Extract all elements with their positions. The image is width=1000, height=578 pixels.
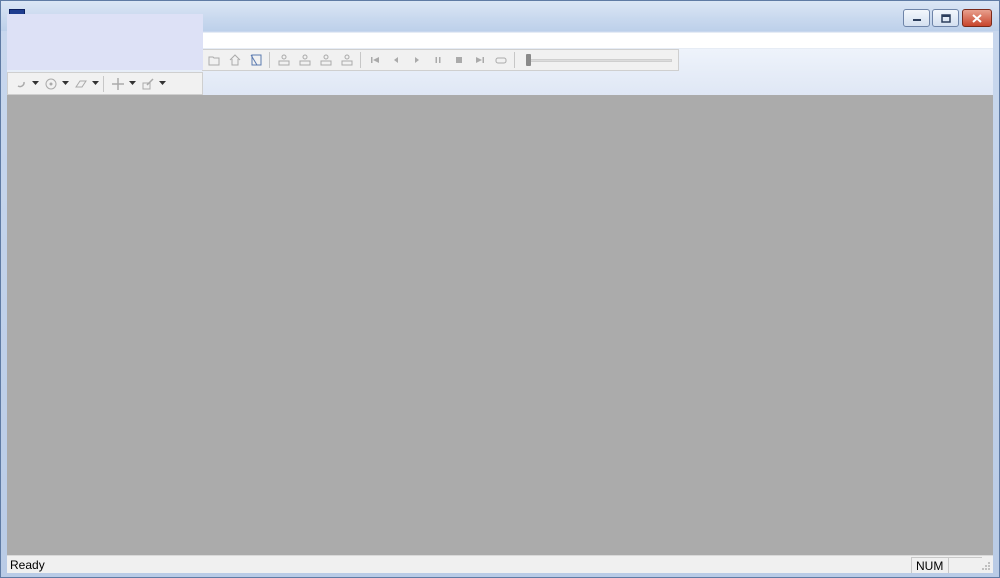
slider-thumb[interactable] — [526, 54, 531, 66]
move-icon — [111, 77, 124, 90]
person-icon — [341, 54, 352, 66]
rotate-button[interactable] — [10, 75, 31, 93]
person-button-3[interactable] — [315, 51, 336, 69]
prev-icon — [393, 57, 398, 63]
last-icon — [475, 57, 484, 63]
resize-grip-icon[interactable] — [981, 561, 991, 571]
person-button-1[interactable] — [273, 51, 294, 69]
home-button[interactable] — [224, 51, 245, 69]
person-button-4[interactable] — [336, 51, 357, 69]
pen-icon — [142, 77, 154, 89]
move-dropdown[interactable] — [128, 75, 137, 93]
disc-dropdown[interactable] — [61, 75, 70, 93]
pause-button[interactable] — [427, 51, 448, 69]
open-icon — [208, 56, 219, 66]
toolbar-separator — [360, 52, 361, 68]
home-icon — [229, 54, 240, 66]
play-icon — [414, 57, 419, 63]
main-toolbar — [202, 49, 679, 71]
chevron-down-icon — [62, 81, 69, 85]
stop-button[interactable] — [448, 51, 469, 69]
move-button[interactable] — [107, 75, 128, 93]
restore-button[interactable] — [932, 9, 959, 27]
stop-icon — [455, 57, 462, 63]
toolbar-separator — [103, 75, 104, 92]
status-pane-empty — [948, 557, 982, 573]
pause-icon — [435, 57, 440, 63]
toolbar-separator — [269, 52, 270, 68]
edit-icon — [250, 54, 261, 66]
first-icon — [370, 57, 379, 63]
chevron-down-icon — [159, 81, 166, 85]
status-bar: Ready NUM — [7, 555, 993, 573]
rotate-dropdown[interactable] — [31, 75, 40, 93]
eraser-icon — [74, 80, 87, 87]
disc-button[interactable] — [40, 75, 61, 93]
close-button[interactable] — [962, 9, 992, 27]
eraser-dropdown[interactable] — [91, 75, 100, 93]
close-icon — [972, 13, 982, 23]
toolbar-separator — [514, 52, 515, 68]
num-lock-label: NUM — [916, 559, 944, 573]
app-window: Ready NUM — [0, 0, 1000, 578]
edit-button[interactable] — [245, 51, 266, 69]
status-text: Ready — [10, 558, 45, 572]
play-button[interactable] — [406, 51, 427, 69]
chevron-down-icon — [92, 81, 99, 85]
person-button-2[interactable] — [294, 51, 315, 69]
num-lock-indicator: NUM — [911, 557, 948, 573]
chevron-down-icon — [32, 81, 39, 85]
position-slider[interactable] — [524, 53, 672, 67]
pen-dropdown[interactable] — [158, 75, 167, 93]
chevron-down-icon — [129, 81, 136, 85]
blank-overlay-panel — [7, 14, 203, 70]
person-icon — [278, 54, 289, 66]
pen-button[interactable] — [137, 75, 158, 93]
eraser-button[interactable] — [70, 75, 91, 93]
open-button[interactable] — [203, 51, 224, 69]
prev-frame-button[interactable] — [385, 51, 406, 69]
client-area[interactable] — [7, 95, 993, 555]
tools-toolbar — [7, 72, 203, 95]
minimize-icon — [912, 19, 921, 21]
loop-button[interactable] — [490, 51, 511, 69]
rotate-icon — [17, 81, 25, 87]
person-icon — [299, 54, 310, 66]
first-frame-button[interactable] — [364, 51, 385, 69]
person-icon — [320, 54, 331, 66]
loop-icon — [495, 57, 506, 64]
minimize-button[interactable] — [903, 9, 930, 27]
slider-track — [526, 59, 672, 62]
restore-icon — [940, 13, 951, 23]
disc-icon — [45, 78, 56, 89]
last-frame-button[interactable] — [469, 51, 490, 69]
